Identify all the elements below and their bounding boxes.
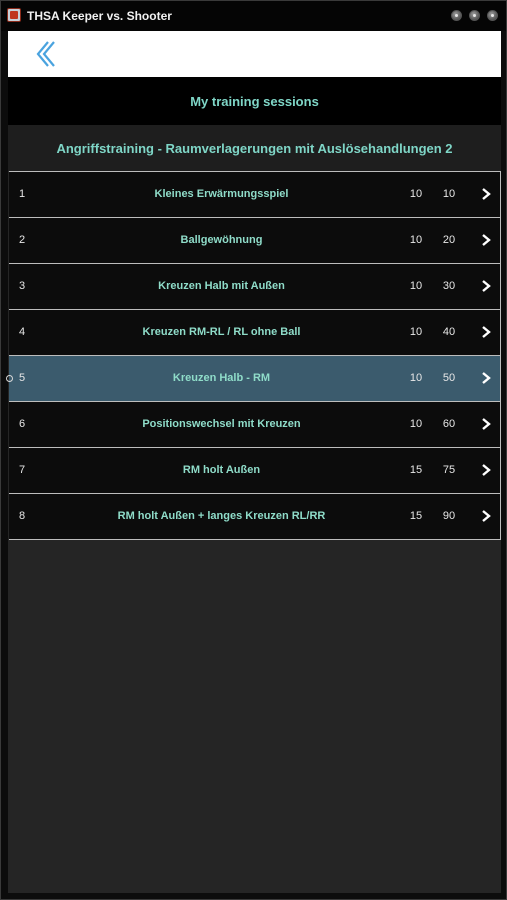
exercise-cumulative-time: 10 <box>442 188 456 200</box>
exercise-duration: 10 <box>409 188 423 200</box>
exercise-number: 1 <box>19 188 26 200</box>
exercise-number: 4 <box>19 326 26 338</box>
exercise-list: 1 Kleines Erwärmungsspiel 10 10 2 Ballgewöhnu… <box>6 171 501 540</box>
chevron-right-icon[interactable] <box>479 371 493 385</box>
exercise-name: Kreuzen Halb - RM <box>172 372 271 384</box>
chevron-left-icon <box>36 41 55 67</box>
chevron-right-icon[interactable] <box>479 233 493 247</box>
close-icon[interactable] <box>487 10 498 21</box>
nav-bar <box>8 31 501 77</box>
exercise-duration: 10 <box>409 234 423 246</box>
exercise-duration: 10 <box>409 280 423 292</box>
back-button[interactable] <box>32 39 62 69</box>
exercise-row[interactable]: 5 Kreuzen Halb - RM 10 50 <box>6 356 501 402</box>
app-content: My training sessions Angriffstraining - … <box>6 31 501 893</box>
exercise-row[interactable]: 4 Kreuzen RM-RL / RL ohne Ball 10 40 <box>9 310 501 356</box>
chevron-right-icon[interactable] <box>479 187 493 201</box>
exercise-row[interactable]: 6 Positionswechsel mit Kreuzen 10 60 <box>9 402 501 448</box>
exercise-name: Ballgewöhnung <box>180 234 263 246</box>
chevron-right-icon[interactable] <box>479 279 493 293</box>
maximize-icon[interactable] <box>469 10 480 21</box>
exercise-duration: 10 <box>409 326 423 338</box>
exercise-number: 3 <box>19 280 26 292</box>
title-bar[interactable]: THSA Keeper vs. Shooter <box>1 1 506 31</box>
exercise-number: 6 <box>19 418 26 430</box>
exercise-duration: 10 <box>409 372 423 384</box>
page-title: My training sessions <box>8 77 501 125</box>
exercise-duration: 10 <box>409 418 423 430</box>
exercise-row[interactable]: 2 Ballgewöhnung 10 20 <box>9 218 501 264</box>
exercise-number: 2 <box>19 234 26 246</box>
exercise-duration: 15 <box>409 464 423 476</box>
window-title: THSA Keeper vs. Shooter <box>27 9 172 23</box>
exercise-name: Kleines Erwärmungsspiel <box>154 188 289 200</box>
exercise-row[interactable]: 3 Kreuzen Halb mit Außen 10 30 <box>9 264 501 310</box>
exercise-cumulative-time: 20 <box>442 234 456 246</box>
exercise-number: 7 <box>19 464 26 476</box>
selection-indicator-icon <box>6 375 13 382</box>
exercise-row[interactable]: 8 RM holt Außen + langes Kreuzen RL/RR 15 9… <box>9 494 501 540</box>
exercise-cumulative-time: 30 <box>442 280 456 292</box>
exercise-cumulative-time: 75 <box>442 464 456 476</box>
exercise-number: 8 <box>19 510 26 522</box>
exercise-duration: 15 <box>409 510 423 522</box>
exercise-cumulative-time: 60 <box>442 418 456 430</box>
chevron-right-icon[interactable] <box>479 509 493 523</box>
exercise-name: Positionswechsel mit Kreuzen <box>142 418 301 430</box>
exercise-name: Kreuzen Halb mit Außen <box>158 280 285 292</box>
chevron-right-icon[interactable] <box>479 417 493 431</box>
exercise-row[interactable]: 7 RM holt Außen 15 75 <box>9 448 501 494</box>
exercise-name: Kreuzen RM-RL / RL ohne Ball <box>142 326 301 338</box>
app-icon <box>7 8 21 22</box>
exercise-cumulative-time: 90 <box>442 510 456 522</box>
exercise-cumulative-time: 40 <box>442 326 456 338</box>
exercise-name: RM holt Außen <box>182 464 261 476</box>
exercise-cumulative-time: 50 <box>442 372 456 384</box>
app-window: THSA Keeper vs. Shooter My training sess… <box>0 0 507 900</box>
exercise-name: RM holt Außen + langes Kreuzen RL/RR <box>117 510 326 522</box>
minimize-icon[interactable] <box>451 10 462 21</box>
chevron-right-icon[interactable] <box>479 325 493 339</box>
session-title: Angriffstraining - Raumverlagerungen mit… <box>8 125 501 172</box>
exercise-number: 5 <box>19 372 26 384</box>
exercise-row[interactable]: 1 Kleines Erwärmungsspiel 10 10 <box>9 171 501 218</box>
chevron-right-icon[interactable] <box>479 463 493 477</box>
